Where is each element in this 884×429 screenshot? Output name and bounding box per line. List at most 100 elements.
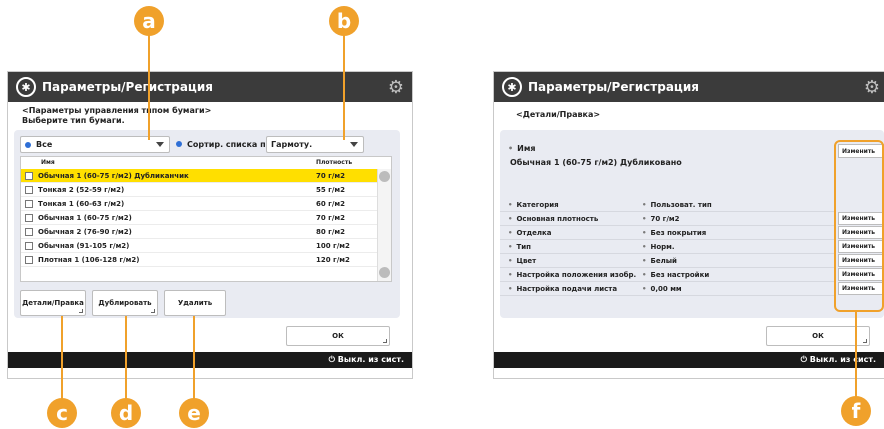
detail-row-basis-weight: • Основная плотность • 70 г/м2 xyxy=(500,212,836,226)
list-item-weight: 60 г/м2 xyxy=(316,199,345,208)
ok-label: ОК xyxy=(812,332,824,340)
right-titlebar: ✱ Параметры/Регистрация xyxy=(494,72,884,102)
name-label-text: Имя xyxy=(517,144,536,153)
sort-label: Сортир. списка по xyxy=(176,140,271,149)
list-item[interactable]: Тонкая 2 (52-59 г/м2) 55 г/м2 xyxy=(21,183,377,197)
gear-icon[interactable]: ⚙ xyxy=(388,77,404,98)
detail-key: Цвет xyxy=(516,256,537,265)
callout-line-f xyxy=(855,312,857,400)
filter-dot-icon xyxy=(25,141,31,148)
checkbox-icon xyxy=(25,171,33,180)
checkbox-icon xyxy=(25,213,33,222)
list-item-name: Тонкая 1 (60-63 г/м2) xyxy=(38,199,125,208)
delete-button[interactable]: Удалить xyxy=(164,290,226,316)
details-edit-label: Детали/Правка xyxy=(22,299,84,307)
ok-button[interactable]: ОК xyxy=(286,326,390,346)
list-item-name: Обычная 2 (76-90 г/м2) xyxy=(38,227,132,236)
bullet-icon: • xyxy=(508,270,513,279)
list-item[interactable]: Обычная (91-105 г/м2) 100 г/м2 xyxy=(21,239,377,253)
logout-button[interactable]: ⏻ Выкл. из сист. xyxy=(329,355,404,365)
list-item-weight: 120 г/м2 xyxy=(316,255,350,264)
list-item-name: Обычная (91-105 г/м2) xyxy=(38,241,130,250)
checkbox-icon xyxy=(25,255,33,264)
left-breadcrumb: <Параметры управления типом бумаги> xyxy=(22,106,212,115)
list-item[interactable]: Тонкая 1 (60-63 г/м2) 60 г/м2 xyxy=(21,197,377,211)
list-item[interactable]: Обычная 1 (60-75 г/м2) 70 г/м2 xyxy=(21,211,377,225)
detail-value: 70 г/м2 xyxy=(650,214,680,223)
chevron-down-icon xyxy=(156,142,164,147)
filter-value: Все xyxy=(36,140,53,149)
detail-key: Основная плотность xyxy=(516,214,599,223)
gear-icon[interactable]: ⚙ xyxy=(864,77,880,98)
right-title: Параметры/Регистрация xyxy=(528,80,699,94)
callout-line-c xyxy=(61,316,63,402)
detail-row-type: • Тип • Норм. xyxy=(500,240,836,254)
name-label: • Имя xyxy=(508,144,536,153)
corner-icon xyxy=(151,309,155,313)
list-item-weight: 80 г/м2 xyxy=(316,227,345,236)
paper-type-list: Имя Плотность Обычная 1 (60-75 г/м2) Дуб… xyxy=(20,156,392,282)
callout-e: e xyxy=(179,398,209,428)
scroll-down-button[interactable] xyxy=(379,267,390,278)
right-footer: ⏻ Выкл. из сист. xyxy=(494,352,884,368)
detail-row-category: • Категория • Пользоват. тип xyxy=(500,198,836,212)
list-header-weight: Плотность xyxy=(316,159,353,166)
bullet-icon: • xyxy=(642,200,647,209)
bullet-icon: • xyxy=(642,270,647,279)
logout-label: Выкл. из сист. xyxy=(809,355,876,364)
detail-value: Без покрытия xyxy=(650,228,707,237)
detail-key: Настройка подачи листа xyxy=(516,284,618,293)
right-breadcrumb: <Детали/Правка> xyxy=(516,110,601,119)
list-item-weight: 100 г/м2 xyxy=(316,241,350,250)
detail-value: Пользоват. тип xyxy=(650,200,712,209)
bullet-icon: • xyxy=(642,214,647,223)
corner-icon xyxy=(79,309,83,313)
settings-register-icon: ✱ xyxy=(16,77,36,97)
corner-icon xyxy=(863,339,867,343)
list-item-weight: 70 г/м2 xyxy=(316,171,345,180)
delete-label: Удалить xyxy=(177,299,213,307)
list-item-name: Плотная 1 (106-128 г/м2) xyxy=(38,255,140,264)
list-item-weight: 70 г/м2 xyxy=(316,213,345,222)
bullet-icon: • xyxy=(508,144,514,153)
duplicate-label: Дублировать xyxy=(98,299,152,307)
list-item[interactable]: Плотная 1 (106-128 г/м2) 120 г/м2 xyxy=(21,253,377,267)
left-instruction: Выберите тип бумаги. xyxy=(22,116,125,125)
detail-row-image-position: • Настройка положения изобр. • Без настрой… xyxy=(500,268,836,282)
detail-row-color: • Цвет • Белый xyxy=(500,254,836,268)
chevron-down-icon xyxy=(350,142,358,147)
corner-icon xyxy=(383,339,387,343)
checkbox-icon xyxy=(25,199,33,208)
scroll-up-button[interactable] xyxy=(379,171,390,182)
list-item[interactable]: Обычная 2 (76-90 г/м2) 80 г/м2 xyxy=(21,225,377,239)
logout-button[interactable]: ⏻ Выкл. из сист. xyxy=(801,355,876,365)
callout-c: c xyxy=(47,398,77,428)
bullet-icon: • xyxy=(508,256,513,265)
detail-key: Настройка положения изобр. xyxy=(516,270,637,279)
bullet-icon: • xyxy=(508,200,513,209)
list-scrollbar[interactable] xyxy=(377,169,391,281)
list-header-name: Имя xyxy=(41,159,55,166)
logout-label: Выкл. из сист. xyxy=(337,355,404,364)
detail-value: 0,00 мм xyxy=(650,284,682,293)
list-item[interactable]: Обычная 1 (60-75 г/м2) Дубликанчик 70 г/… xyxy=(21,169,377,183)
list-item-name: Обычная 1 (60-75 г/м2) xyxy=(38,213,132,222)
list-item-name: Обычная 1 (60-75 г/м2) Дубликанчик xyxy=(38,171,189,180)
left-screen: ✱ Параметры/Регистрация ⚙ <Параметры упр… xyxy=(8,72,412,378)
sort-label-text: Сортир. списка по xyxy=(187,140,272,149)
left-title: Параметры/Регистрация xyxy=(42,80,213,94)
duplicate-button[interactable]: Дублировать xyxy=(92,290,158,316)
detail-key: Отделка xyxy=(516,228,552,237)
edit-buttons-highlight xyxy=(834,140,884,312)
callout-d: d xyxy=(111,398,141,428)
bullet-icon: • xyxy=(508,214,513,223)
callout-line-d xyxy=(125,316,127,402)
callout-line-a xyxy=(148,30,150,140)
sort-value: Гармоту. xyxy=(271,140,313,149)
detail-key: Категория xyxy=(516,200,559,209)
details-edit-button[interactable]: Детали/Правка xyxy=(20,290,86,316)
sort-dropdown[interactable]: Гармоту. xyxy=(266,136,364,153)
name-value: Обычная 1 (60-75 г/м2) Дубликовано xyxy=(510,158,682,167)
bullet-icon: • xyxy=(508,284,513,293)
left-footer: ⏻ Выкл. из сист. xyxy=(8,352,412,368)
